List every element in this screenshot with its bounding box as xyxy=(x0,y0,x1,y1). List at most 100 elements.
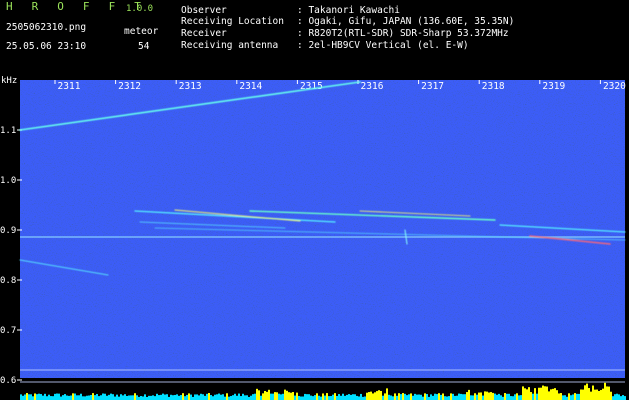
level-bar xyxy=(108,394,110,400)
level-bar xyxy=(104,393,106,400)
y-tick-label: 1.1 xyxy=(0,126,16,136)
level-bar xyxy=(182,393,184,400)
level-bar xyxy=(470,395,472,400)
level-bar xyxy=(256,388,258,400)
level-bar xyxy=(90,394,92,400)
level-bar xyxy=(64,394,66,400)
level-bar xyxy=(288,392,290,400)
level-bar xyxy=(218,393,220,400)
level-bar xyxy=(170,394,172,400)
y-tick-label: 0.9 xyxy=(0,226,16,236)
level-bar xyxy=(408,394,410,400)
y-tick-label: 0.8 xyxy=(0,276,16,286)
level-bar xyxy=(142,396,144,400)
level-bar xyxy=(352,394,354,400)
x-tick-label: 2312 xyxy=(118,81,141,92)
level-bar xyxy=(468,389,470,400)
level-bar xyxy=(620,396,622,400)
level-bar xyxy=(62,395,64,400)
level-bar xyxy=(30,394,32,400)
level-bar xyxy=(88,395,90,400)
x-tick-label: 2311 xyxy=(58,81,81,92)
level-bar xyxy=(324,395,326,400)
level-bar xyxy=(366,392,368,400)
level-bar xyxy=(278,393,280,400)
level-bar xyxy=(520,395,522,400)
y-tick-label: 1.0 xyxy=(0,176,16,186)
level-bar xyxy=(548,391,550,400)
level-bar xyxy=(306,394,308,400)
level-bar xyxy=(132,395,134,400)
level-bar xyxy=(550,389,552,400)
level-bar xyxy=(326,393,328,400)
x-tick-label: 2313 xyxy=(179,81,202,92)
level-bar xyxy=(164,394,166,400)
level-bar xyxy=(40,394,42,400)
level-bar xyxy=(180,395,182,400)
level-bar xyxy=(206,393,208,400)
level-bar xyxy=(300,396,302,400)
level-bar xyxy=(44,393,46,400)
level-bar xyxy=(612,396,614,400)
x-tick-label: 2318 xyxy=(482,81,505,92)
level-bar xyxy=(110,393,112,400)
level-bar xyxy=(388,394,390,400)
level-bar xyxy=(624,396,626,400)
level-bar xyxy=(204,395,206,400)
level-bar xyxy=(382,395,384,400)
level-bar xyxy=(224,396,226,400)
level-bar xyxy=(394,393,396,400)
level-bar xyxy=(208,393,210,400)
level-bar xyxy=(338,394,340,400)
level-bar xyxy=(152,395,154,400)
level-bar xyxy=(378,390,380,400)
level-bar xyxy=(526,389,528,400)
level-bar xyxy=(416,394,418,400)
level-bar xyxy=(252,394,254,400)
level-bar xyxy=(70,395,72,400)
level-bar xyxy=(518,395,520,400)
level-bar xyxy=(184,396,186,400)
level-bar xyxy=(250,395,252,400)
level-bar xyxy=(48,394,50,400)
level-bar xyxy=(544,386,546,400)
level-bar xyxy=(158,395,160,400)
level-bar xyxy=(344,395,346,400)
x-tick-label: 2320 xyxy=(603,81,626,92)
level-bar xyxy=(424,393,426,400)
level-bar xyxy=(360,393,362,400)
hroft-window: { "app": { "name": "H R O F F T", "versi… xyxy=(0,0,629,400)
x-tick-label: 2316 xyxy=(361,81,384,92)
level-bar xyxy=(60,396,62,400)
level-bar xyxy=(84,396,86,400)
level-bar xyxy=(426,394,428,400)
level-bar xyxy=(74,393,76,400)
level-bar xyxy=(618,394,620,400)
level-bar xyxy=(58,393,60,400)
level-bar xyxy=(490,392,492,400)
level-bar xyxy=(34,393,36,400)
level-bar xyxy=(396,395,398,400)
level-bar xyxy=(358,396,360,400)
level-bar xyxy=(532,393,534,400)
level-bar xyxy=(564,395,566,400)
level-bar xyxy=(314,395,316,400)
level-bar xyxy=(614,394,616,400)
level-bar xyxy=(494,393,496,400)
level-bar xyxy=(554,388,556,400)
level-bar xyxy=(258,390,260,400)
level-bar xyxy=(318,395,320,400)
level-bar xyxy=(36,394,38,400)
level-bar xyxy=(346,394,348,400)
level-bar xyxy=(492,392,494,400)
level-bar xyxy=(246,395,248,400)
level-bar xyxy=(174,394,176,400)
level-bar xyxy=(100,395,102,400)
level-bar xyxy=(304,393,306,400)
level-bar xyxy=(386,388,388,400)
level-bar xyxy=(472,395,474,400)
level-bar xyxy=(226,393,228,400)
level-bar xyxy=(450,393,452,400)
level-bar xyxy=(500,395,502,400)
level-bar xyxy=(52,396,54,400)
